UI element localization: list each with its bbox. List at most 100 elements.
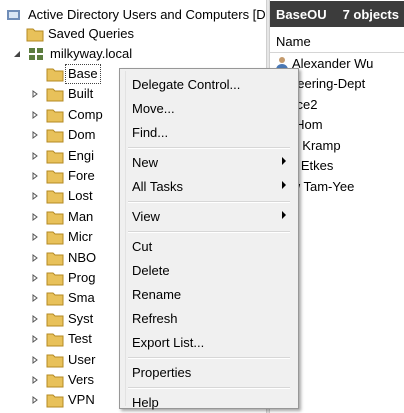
tree-item-ou[interactable]: Base [30, 63, 101, 85]
tree-item-ou[interactable]: Comp [30, 104, 103, 126]
tree-item-label: Saved Queries [48, 26, 134, 41]
menu-item-label: Delegate Control... [132, 76, 241, 92]
expand-arrow-icon[interactable] [30, 375, 40, 385]
menu-item-label: New [132, 154, 159, 170]
expand-arrow-icon[interactable] [30, 130, 40, 140]
menu-item-label: Move... [132, 100, 175, 116]
menu-item-new[interactable]: New [120, 151, 298, 173]
folder-icon [46, 372, 64, 388]
tree-item-ou[interactable]: Engi [30, 145, 94, 167]
menu-item-rename[interactable]: Rename [120, 283, 298, 305]
menu-item-move[interactable]: Move... [120, 97, 298, 119]
expand-arrow-icon[interactable] [30, 395, 40, 405]
expand-arrow-icon[interactable] [30, 355, 40, 365]
folder-icon [46, 250, 64, 266]
tree-item-ou[interactable]: Dom [30, 124, 95, 146]
menu-item-cut[interactable]: Cut [120, 235, 298, 257]
tree-item-ou[interactable]: Prog [30, 267, 95, 289]
menu-item-properties[interactable]: Properties [120, 361, 298, 383]
tree-item-ou[interactable]: Syst [30, 308, 93, 330]
menu-separator [128, 201, 290, 203]
menu-item-label: Export List... [132, 334, 205, 350]
expand-arrow-icon[interactable] [30, 232, 40, 242]
tree-item-domain[interactable]: milkyway.local [12, 43, 132, 65]
tree-item-ou[interactable]: Built [30, 83, 93, 105]
expand-arrow-icon[interactable] [30, 314, 40, 324]
folder-icon [46, 290, 64, 306]
submenu-arrow-icon [282, 211, 286, 219]
tree-item-label: NBO [68, 250, 97, 265]
folder-icon [46, 311, 64, 327]
tree-item-label: Prog [68, 270, 96, 285]
tree-item-label: Sma [68, 290, 95, 305]
expand-arrow-icon[interactable] [30, 253, 40, 263]
expand-arrow-icon[interactable] [30, 110, 40, 120]
menu-item-delegate-control[interactable]: Delegate Control... [120, 73, 298, 95]
expand-arrow-icon[interactable] [30, 171, 40, 181]
submenu-arrow-icon [282, 157, 286, 165]
tree-item-label: Test [68, 331, 92, 346]
expand-arrow-icon[interactable] [30, 293, 40, 303]
tree-item-label: Man [68, 209, 94, 224]
tree-item-ou[interactable]: Fore [30, 165, 95, 187]
menu-separator [128, 387, 290, 389]
menu-item-delete[interactable]: Delete [120, 259, 298, 281]
folder-icon [46, 352, 64, 368]
menu-item-export-list[interactable]: Export List... [120, 331, 298, 353]
tree-item-label: Micr [68, 229, 93, 244]
menu-separator [128, 231, 290, 233]
tree-item-ou[interactable]: Man [30, 206, 93, 228]
folder-icon [46, 66, 64, 82]
tree-item-ou[interactable]: Lost [30, 185, 93, 207]
tree-item-ou[interactable]: Vers [30, 369, 94, 391]
folder-icon [26, 26, 44, 42]
menu-item-find[interactable]: Find... [120, 121, 298, 143]
tree-root-label: Active Directory Users and Computers [D [28, 7, 266, 22]
menu-item-label: Find... [132, 124, 169, 140]
details-header: BaseOU 7 objects [270, 1, 404, 27]
tree-item-label: Comp [68, 107, 103, 122]
tree-item-label: Engi [68, 148, 95, 163]
tree-item-label: User [68, 352, 96, 367]
expanded-arrow-icon[interactable] [12, 49, 22, 59]
tree-item-ou[interactable]: Micr [30, 226, 93, 248]
submenu-arrow-icon [282, 181, 286, 189]
menu-item-refresh[interactable]: Refresh [120, 307, 298, 329]
expand-arrow-icon[interactable] [30, 69, 40, 79]
column-header-name[interactable]: Name [270, 30, 404, 53]
expand-arrow-icon[interactable] [30, 334, 40, 344]
tree-item-label: Vers [68, 372, 95, 387]
tree-item-ou[interactable]: NBO [30, 247, 96, 269]
context-menu: Delegate Control... Move... Find... New All … [119, 68, 299, 410]
details-title: BaseOU [276, 6, 327, 22]
folder-icon [46, 331, 64, 347]
aduc-icon [6, 7, 24, 23]
expand-arrow-icon[interactable] [30, 89, 40, 99]
menu-separator [128, 357, 290, 359]
tree-item-saved-queries[interactable]: Saved Queries [26, 23, 134, 45]
menu-item-all-tasks[interactable]: All Tasks [120, 175, 298, 197]
expand-arrow-icon[interactable] [30, 191, 40, 201]
tree-item-ou[interactable]: VPN [30, 389, 95, 411]
expand-arrow-icon[interactable] [30, 273, 40, 283]
tree-item-ou[interactable]: User [30, 349, 95, 371]
tree-item-label: Built [68, 86, 94, 101]
folder-icon [46, 107, 64, 123]
menu-item-label: Cut [132, 238, 153, 254]
tree-item-label: Lost [68, 188, 93, 203]
menu-item-view[interactable]: View [120, 205, 298, 227]
tree-item-label: Syst [68, 311, 94, 326]
menu-item-help[interactable]: Help [120, 391, 298, 413]
object-count: 7 objects [342, 6, 399, 22]
column-header-label: Name [276, 33, 311, 49]
menu-item-label: Help [132, 394, 159, 410]
tree-item-ou[interactable]: Test [30, 328, 92, 350]
expand-arrow-icon[interactable] [30, 151, 40, 161]
menu-item-label: Rename [132, 286, 182, 302]
folder-icon [46, 168, 64, 184]
expand-arrow-icon[interactable] [30, 212, 40, 222]
menu-item-label: Delete [132, 262, 170, 278]
tree-item-ou[interactable]: Sma [30, 287, 95, 309]
menu-item-label: All Tasks [132, 178, 184, 194]
folder-icon [46, 127, 64, 143]
